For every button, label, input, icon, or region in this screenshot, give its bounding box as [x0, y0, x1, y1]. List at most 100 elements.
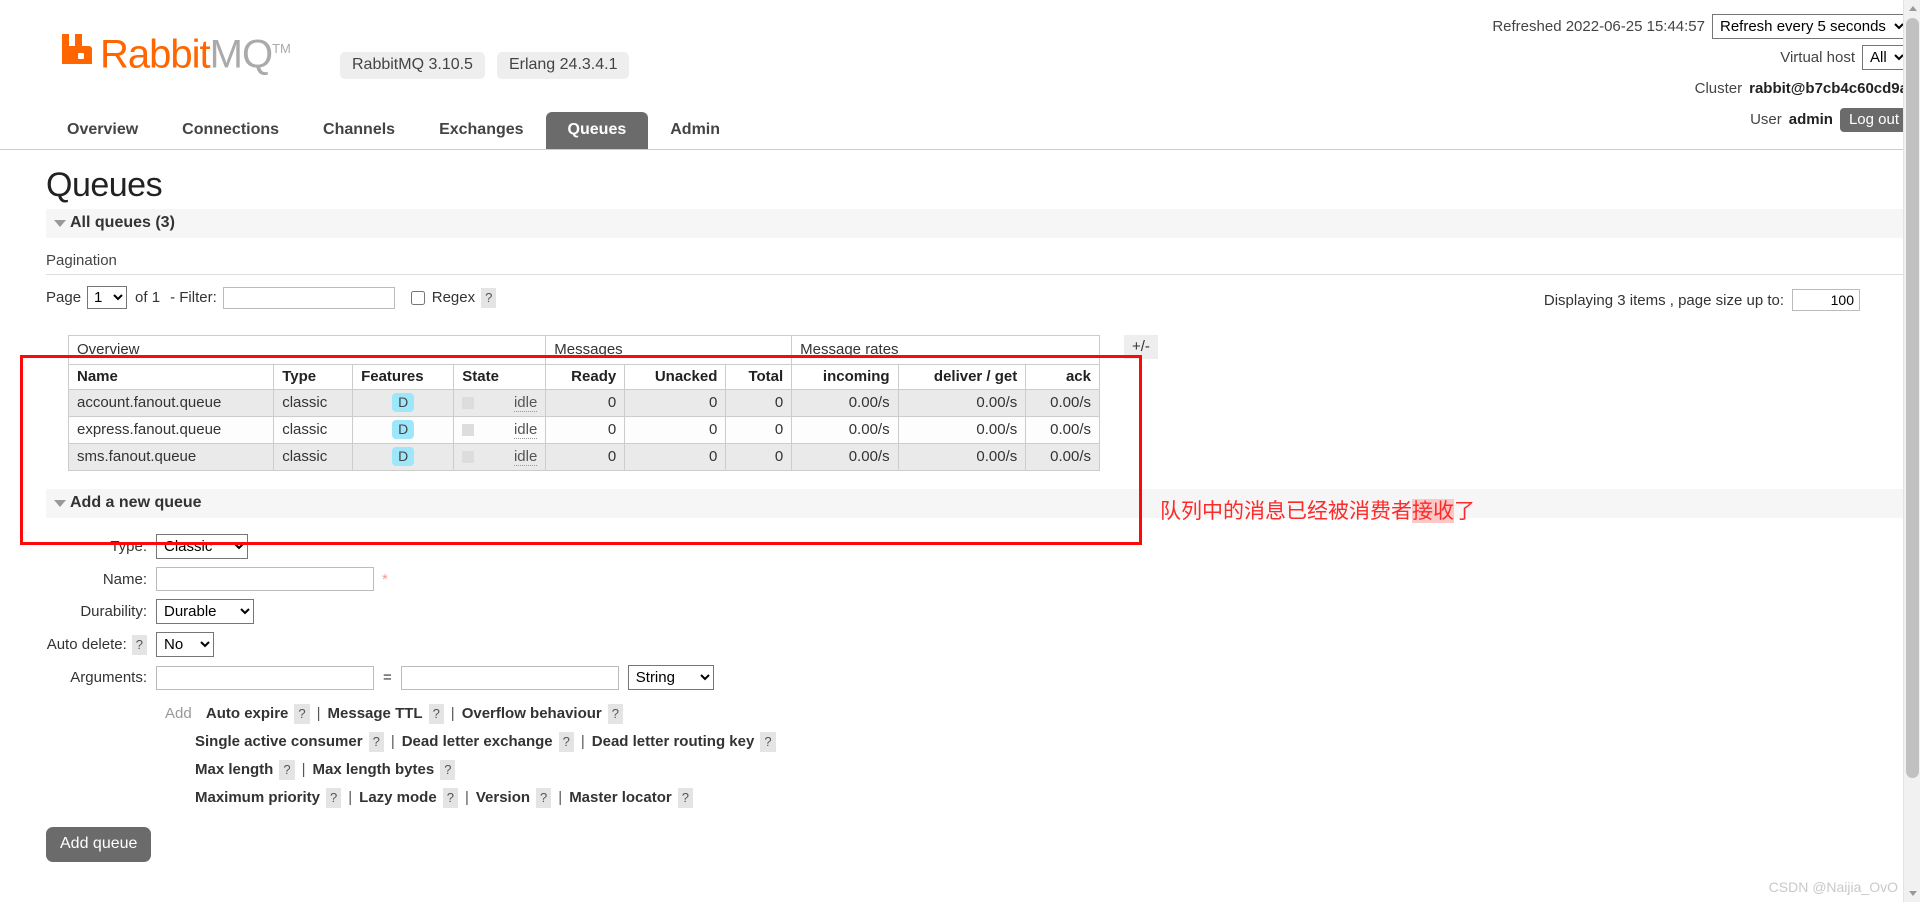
cell-ready: 0 — [545, 443, 626, 471]
message-ttl-help-icon[interactable]: ? — [428, 704, 444, 724]
nav-item-exchanges[interactable]: Exchanges — [417, 112, 545, 149]
nav-link-overview[interactable]: Overview — [45, 112, 160, 149]
durability-label: Durability: — [80, 603, 147, 620]
autodelete-help-icon[interactable]: ? — [131, 634, 147, 655]
cell-queue-name[interactable]: express.fanout.queue — [67, 416, 275, 444]
state-indicator-icon — [462, 396, 475, 409]
nav-item-connections[interactable]: Connections — [160, 112, 301, 149]
vhost-select[interactable]: All — [1862, 45, 1908, 70]
auto-expire-help-icon[interactable]: ? — [294, 704, 310, 724]
queues-table: Overview Messages Message rates Name Typ… — [67, 335, 1100, 471]
regex-checkbox[interactable] — [410, 290, 425, 305]
table-row[interactable]: account.fanout.queue classic D idle 0 0 … — [67, 389, 1100, 417]
lazy-mode-help-icon[interactable]: ? — [442, 788, 458, 808]
preset-lazy-mode[interactable]: Lazy mode — [359, 789, 437, 806]
nav-item-admin[interactable]: Admin — [648, 112, 742, 149]
nav-item-channels[interactable]: Channels — [301, 112, 417, 149]
refresh-interval-select[interactable]: Refresh every 5 seconds — [1712, 14, 1908, 39]
preset-dead-letter-routing-key[interactable]: Dead letter routing key — [592, 733, 755, 750]
durability-select[interactable]: Durable — [156, 599, 254, 624]
preset-message-ttl[interactable]: Message TTL — [328, 705, 423, 722]
nav-item-queues[interactable]: Queues — [545, 112, 649, 149]
col-features[interactable]: Features — [352, 364, 455, 390]
column-toggle-button[interactable]: +/- — [1124, 335, 1158, 359]
add-queue-section-header[interactable]: Add a new queue — [46, 489, 1908, 518]
cell-ready: 0 — [545, 416, 626, 444]
col-name[interactable]: Name — [67, 364, 275, 390]
cell-total: 0 — [725, 416, 793, 444]
preset-dead-letter-exchange[interactable]: Dead letter exchange — [402, 733, 553, 750]
collapse-triangle-icon[interactable] — [54, 500, 66, 507]
vertical-scrollbar[interactable] — [1903, 0, 1920, 902]
version-help-icon[interactable]: ? — [536, 788, 552, 808]
queues-table-head: Overview Messages Message rates Name Typ… — [67, 335, 1100, 390]
cluster-name: rabbit@b7cb4c60cd9a — [1749, 80, 1908, 97]
overflow-behaviour-help-icon[interactable]: ? — [607, 704, 623, 724]
preset-auto-expire[interactable]: Auto expire — [206, 705, 289, 722]
col-ack[interactable]: ack — [1025, 364, 1100, 390]
preset-overflow-behaviour[interactable]: Overflow behaviour — [462, 705, 602, 722]
nav-link-channels[interactable]: Channels — [301, 112, 417, 149]
preset-maximum-priority[interactable]: Maximum priority — [195, 789, 320, 806]
nav-link-admin[interactable]: Admin — [648, 112, 742, 149]
argument-presets: Add Auto expire? | Message TTL? | Overflow b… — [165, 698, 1908, 809]
page-size-input[interactable] — [1792, 289, 1860, 311]
preset-max-length[interactable]: Max length — [195, 761, 273, 778]
max-length-help-icon[interactable]: ? — [279, 760, 295, 780]
durable-badge: D — [392, 447, 415, 466]
separator: | — [464, 789, 469, 806]
rabbitmq-logo[interactable]: RabbitMQTM — [58, 28, 291, 74]
annotation-text-highlight: 接收 — [1412, 499, 1454, 523]
master-locator-help-icon[interactable]: ? — [677, 788, 693, 808]
nav-list: Overview Connections Channels Exchanges … — [45, 112, 1920, 149]
regex-help-icon[interactable]: ? — [481, 287, 497, 308]
queue-name-input[interactable] — [156, 567, 374, 591]
scroll-up-arrow-icon[interactable] — [1904, 0, 1920, 17]
col-deliver-get[interactable]: deliver / get — [897, 364, 1027, 390]
all-queues-section-header[interactable]: All queues (3) — [46, 209, 1908, 238]
separator: | — [558, 789, 563, 806]
filter-input[interactable] — [222, 286, 395, 309]
preset-single-active-consumer[interactable]: Single active consumer — [195, 733, 363, 750]
preset-max-length-bytes[interactable]: Max length bytes — [312, 761, 434, 778]
separator: | — [580, 733, 585, 750]
nav-link-exchanges[interactable]: Exchanges — [417, 112, 545, 149]
state-text: idle — [513, 420, 538, 439]
scroll-down-arrow-icon[interactable] — [1904, 885, 1920, 902]
maximum-priority-help-icon[interactable]: ? — [326, 788, 342, 808]
autodelete-select[interactable]: No — [156, 632, 214, 657]
single-active-consumer-help-icon[interactable]: ? — [368, 732, 384, 752]
add-queue-button[interactable]: Add queue — [46, 827, 152, 862]
col-type[interactable]: Type — [273, 364, 354, 390]
argument-key-input[interactable] — [156, 665, 374, 690]
col-state[interactable]: State — [453, 364, 547, 390]
collapse-triangle-icon[interactable] — [54, 220, 66, 227]
preset-version[interactable]: Version — [476, 789, 530, 806]
col-unacked[interactable]: Unacked — [624, 364, 727, 390]
argument-type-select[interactable]: String — [627, 665, 714, 690]
preset-master-locator[interactable]: Master locator — [569, 789, 672, 806]
col-ready[interactable]: Ready — [545, 364, 626, 390]
nav-link-connections[interactable]: Connections — [160, 112, 301, 149]
queue-type-select[interactable]: Classic — [156, 534, 248, 559]
table-row[interactable]: sms.fanout.queue classic D idle 0 0 0 0.… — [67, 443, 1100, 471]
page-number-select[interactable]: 1 — [87, 286, 128, 309]
nav-link-queues[interactable]: Queues — [545, 112, 649, 149]
col-incoming[interactable]: incoming — [791, 364, 899, 390]
col-total[interactable]: Total — [725, 364, 793, 390]
max-length-bytes-help-icon[interactable]: ? — [440, 760, 456, 780]
cell-unacked: 0 — [624, 389, 727, 417]
regex-group: Regex ? — [410, 287, 497, 308]
cell-queue-name[interactable]: sms.fanout.queue — [67, 443, 275, 471]
dead-letter-routing-key-help-icon[interactable]: ? — [760, 732, 776, 752]
nav-item-overview[interactable]: Overview — [45, 112, 160, 149]
pagination-controls: Page 1 of 1 - Filter: Regex ? Displaying… — [46, 275, 1908, 321]
cluster-label: Cluster — [1694, 80, 1743, 97]
dead-letter-exchange-help-icon[interactable]: ? — [558, 732, 574, 752]
scrollbar-thumb[interactable] — [1906, 18, 1919, 778]
argument-value-input[interactable] — [400, 665, 619, 690]
durable-badge: D — [392, 393, 415, 412]
form-row-type: Type: Classic — [46, 534, 1908, 559]
cell-queue-name[interactable]: account.fanout.queue — [67, 389, 275, 417]
table-row[interactable]: express.fanout.queue classic D idle 0 0 … — [67, 416, 1100, 444]
